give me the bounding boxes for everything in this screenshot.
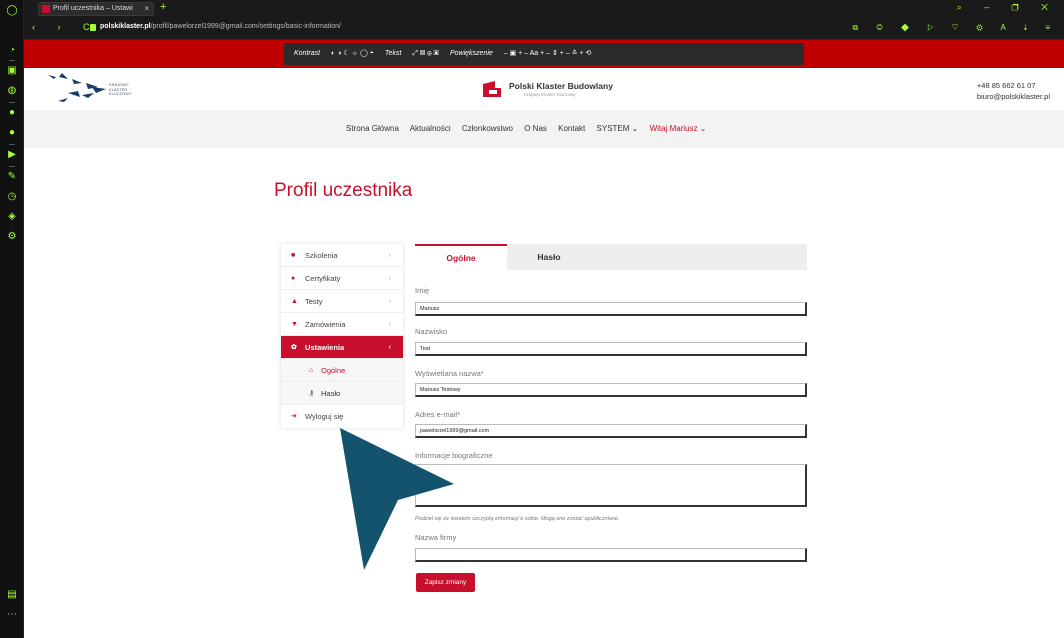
pinboard-icon[interactable]: ✎ <box>5 170 19 184</box>
browser-sidebar: ◯ ◔ ▣ ◍ ● ● ▶ ✎ ◷ ◈ ⚙ ▤ ⋯ <box>0 0 24 638</box>
browser-tab[interactable]: Profil uczestnika – Ustawi × <box>38 2 154 16</box>
certificate-icon: ● <box>291 275 296 282</box>
chevron-right-icon: › <box>388 275 391 282</box>
more-icon[interactable]: ⋯ <box>5 608 19 622</box>
new-tab-button[interactable]: + <box>160 1 166 13</box>
menu-item-orders[interactable]: ▼ Zamówienia › <box>281 313 403 336</box>
nav-system[interactable]: SYSTEM ⌄ <box>597 124 639 133</box>
history-icon[interactable]: ◷ <box>5 190 19 204</box>
menu-item-trainings[interactable]: ■ Szkolenia › <box>281 244 403 267</box>
tab-title: Profil uczestnika – Ustawi <box>53 5 133 12</box>
nav-about[interactable]: O Nas <box>524 124 547 133</box>
accessibility-panel: Kontrast ◐ ◑ ☾ ☼ ◯ ◓ Tekst ⤢ ▤ ⊕ ▣ Powię… <box>284 43 804 65</box>
favicon-icon <box>42 5 50 13</box>
chevron-right-icon: › <box>388 252 391 259</box>
key-icon: ⚷ <box>309 390 315 397</box>
first-name-label: Imię <box>415 286 430 295</box>
save-button[interactable]: Zapisz zmiany <box>416 573 475 592</box>
nav-user-menu[interactable]: Witaj Mariusz ⌄ <box>650 124 707 133</box>
opera-logo-icon[interactable]: ◯ <box>5 4 19 18</box>
email-label: Adres e-mail* <box>415 410 461 419</box>
browser-window: ◯ ◔ ▣ ◍ ● ● ▶ ✎ ◷ ◈ ⚙ ▤ ⋯ Profil uczestn… <box>0 0 1064 638</box>
settings-icon[interactable]: ⚙ <box>5 230 19 244</box>
address-bar: ‹ › C polskiklaster.pl/profil/pawelorzel… <box>24 18 1064 40</box>
url-field[interactable]: polskiklaster.pl/profil/pawelorzel1999@g… <box>100 23 341 30</box>
submenu-item-password[interactable]: ⚷ Hasło <box>281 382 403 405</box>
window-controls[interactable]: ⌕ – ❐ ✕ <box>957 2 1058 13</box>
settings-tabs: Ogólne Hasło <box>415 244 807 270</box>
contrast-label: Kontrast <box>294 50 321 57</box>
main-navigation: Strona Główna Aktualności Członkowstwo O… <box>24 110 1064 148</box>
speed-dial-icon[interactable]: ◔ <box>5 44 19 58</box>
shopping-icon[interactable]: ▣ <box>5 64 19 78</box>
page-viewport: Kontrast ◐ ◑ ☾ ☼ ◯ ◓ Tekst ⤢ ▤ ⊕ ▣ Powię… <box>24 40 1064 638</box>
address-bar-icons[interactable]: ⧉ ◎ ◆ ▷ ♡ ⚙ A ⤓ ≡ <box>852 23 1058 33</box>
chevron-right-icon: › <box>388 298 391 305</box>
chevron-left-icon: ‹ <box>388 344 391 351</box>
nav-news[interactable]: Aktualności <box>410 124 451 133</box>
telegram-icon[interactable]: ● <box>5 126 19 140</box>
url-domain: polskiklaster.pl <box>100 23 151 30</box>
last-name-label: Nazwisko <box>415 327 448 336</box>
chevron-right-icon: › <box>388 321 391 328</box>
kkk-logo-text: KRAJOWY KLASTER KLUCZOWY <box>109 82 132 96</box>
menu-item-tests[interactable]: ▲ Testy › <box>281 290 403 313</box>
player-icon[interactable]: ▶ <box>5 148 19 162</box>
accessibility-toolbar: Kontrast ◐ ◑ ☾ ☼ ◯ ◓ Tekst ⤢ ▤ ⊕ ▣ Powię… <box>24 40 1064 68</box>
logout-icon: ➜ <box>291 413 297 420</box>
graduation-icon: ■ <box>291 252 296 259</box>
cart-icon: ▼ <box>291 321 298 328</box>
nav-contact[interactable]: Kontakt <box>558 124 585 133</box>
aria-icon[interactable]: ◍ <box>5 84 19 98</box>
submenu-item-general[interactable]: ⌂ Ogólne <box>281 359 403 382</box>
first-name-input[interactable]: Mariusz <box>415 302 807 316</box>
display-name-input[interactable]: Mariusz Testowy <box>415 383 807 397</box>
site-header: KRAJOWY KLASTER KLUCZOWY Polski Klaster … <box>24 68 1064 110</box>
vpn-icon[interactable]: ◈ <box>5 210 19 224</box>
annotation-arrow <box>340 428 454 570</box>
phone-number[interactable]: +48 85 662 61 07 <box>977 80 1050 91</box>
header-contact: +48 85 662 61 07 biuro@polskiklaster.pl <box>977 80 1050 102</box>
tab-general[interactable]: Ogólne <box>415 244 507 270</box>
display-name-label: Wyświetlana nazwa* <box>415 369 484 378</box>
extensions-icon[interactable]: ▤ <box>5 588 19 602</box>
zoom-controls[interactable]: – ▣ + – Aa + – ⇕ + – ≛ + ⟲ <box>504 50 592 57</box>
last-name-input[interactable]: Test <box>415 342 807 356</box>
menu-item-settings[interactable]: ✿ Ustawienia ‹ <box>281 336 403 359</box>
text-label: Tekst <box>384 50 402 57</box>
page-title: Profil uczestnika <box>274 180 413 201</box>
brand-subtitle: Krajowy Klaster Kluczowy <box>524 92 576 97</box>
gear-icon: ✿ <box>291 344 297 351</box>
tab-password[interactable]: Hasło <box>507 244 591 270</box>
contact-email[interactable]: biuro@polskiklaster.pl <box>977 91 1050 102</box>
tab-close-icon[interactable]: × <box>144 3 149 15</box>
zoom-label: Powiększenie <box>449 50 493 57</box>
messenger-icon[interactable]: ● <box>5 106 19 120</box>
tab-bar: Profil uczestnika – Ustawi × + ⌕ – ❐ ✕ <box>24 0 1064 18</box>
menu-item-certificates[interactable]: ● Certyfikaty › <box>281 267 403 290</box>
nav-home[interactable]: Strona Główna <box>346 124 399 133</box>
brand-title[interactable]: Polski Klaster Budowlany <box>509 81 613 91</box>
nav-membership[interactable]: Członkowstwo <box>462 124 513 133</box>
home-icon: ⌂ <box>309 367 314 374</box>
tests-icon: ▲ <box>291 298 298 305</box>
pkb-logo-icon[interactable] <box>481 80 503 98</box>
profile-menu: ■ Szkolenia › ● Certyfikaty › ▲ Testy › … <box>281 244 403 428</box>
contrast-icons[interactable]: ◐ ◑ ☾ ☼ ◯ ◓ <box>331 50 374 57</box>
url-path: /profil/pawelorzel1999@gmail.com/setting… <box>150 23 341 30</box>
text-icons[interactable]: ⤢ ▤ ⊕ ▣ <box>412 50 439 57</box>
lock-icon[interactable] <box>90 24 96 31</box>
